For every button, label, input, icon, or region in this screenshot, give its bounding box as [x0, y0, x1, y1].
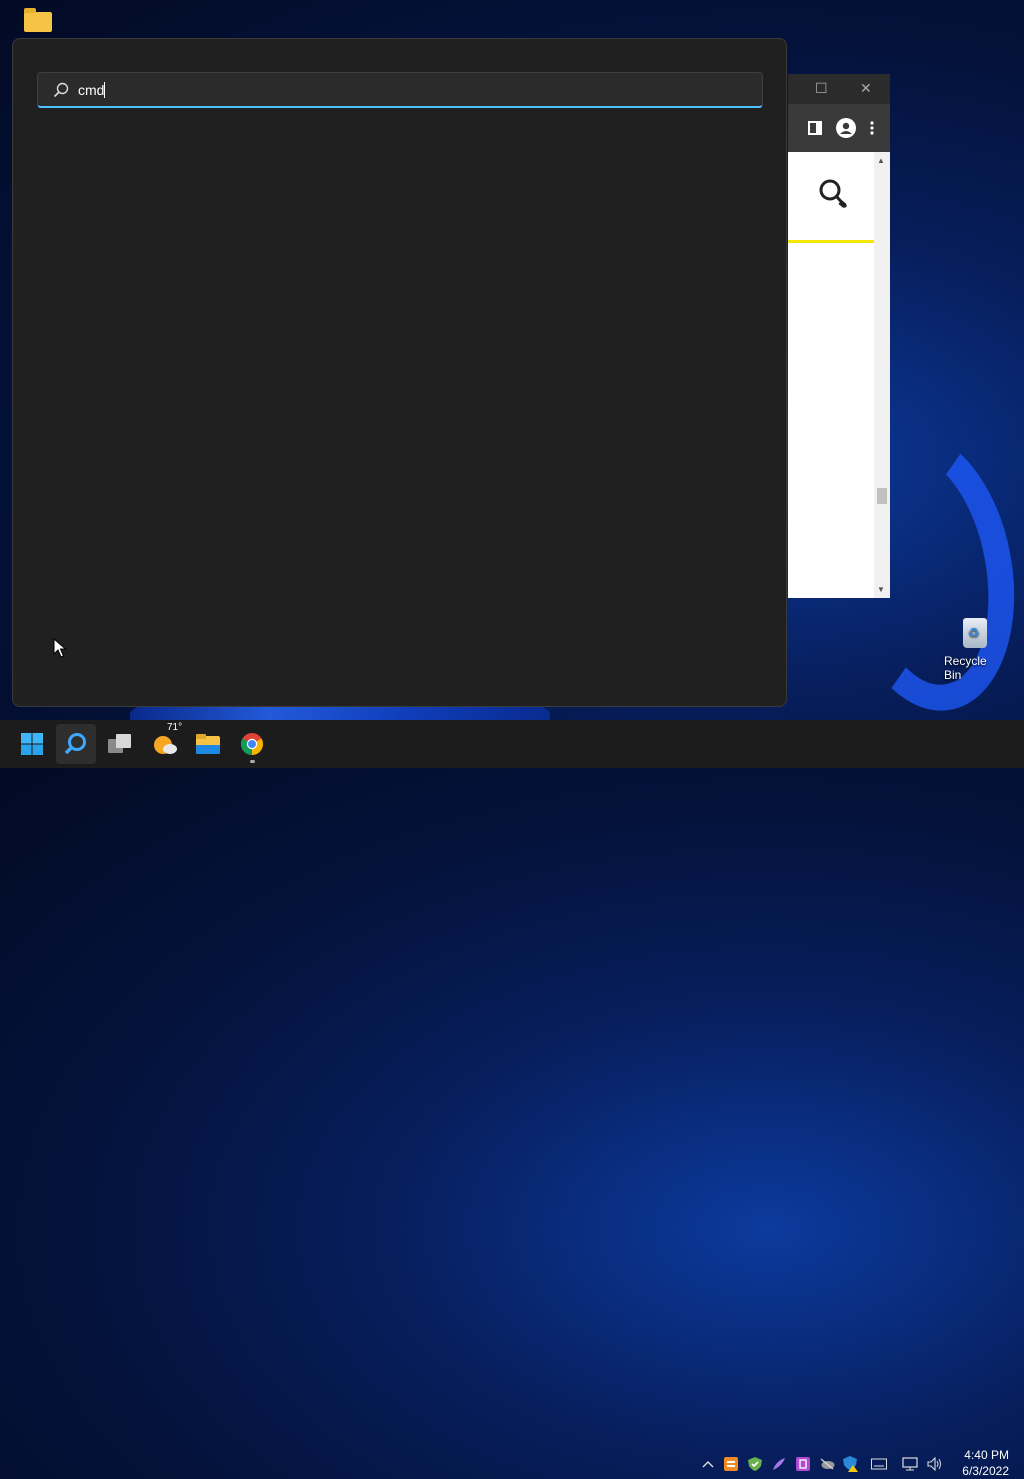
clock-time: 4:40 PM [964, 1448, 1009, 1462]
search-icon [64, 733, 86, 755]
search-box[interactable]: cmd [37, 72, 763, 108]
scrollbar[interactable]: ▲ ▼ [874, 152, 890, 598]
chevron-up-icon[interactable] [700, 1456, 716, 1472]
text-caret [104, 81, 106, 98]
close-icon[interactable]: ✕ [860, 80, 872, 97]
browser-titlebar: ☐ ✕ [788, 74, 890, 104]
running-indicator [250, 760, 255, 763]
network-icon[interactable] [902, 1456, 918, 1472]
side-panel-icon[interactable] [808, 121, 822, 135]
search-taskbar-button[interactable] [56, 724, 96, 764]
mouse-cursor-icon [53, 638, 67, 658]
weather-temp: 71° [167, 722, 183, 733]
browser-content: ▲ ▼ [788, 152, 890, 598]
chrome-icon [241, 733, 263, 755]
clock-date: 6/3/2022 [962, 1464, 1009, 1478]
desktop-folder[interactable] [24, 8, 52, 32]
windows-logo-icon [21, 733, 43, 755]
browser-toolbar [788, 104, 890, 152]
search-panel: cmd [12, 38, 787, 707]
search-icon[interactable] [818, 178, 850, 212]
app-tray-icon[interactable] [795, 1456, 811, 1472]
folder-icon [24, 8, 52, 32]
start-button[interactable] [12, 724, 52, 764]
yellow-divider [788, 240, 874, 243]
chrome-button[interactable] [232, 724, 272, 764]
task-view-button[interactable] [100, 724, 140, 764]
sublime-tray-icon[interactable] [723, 1456, 739, 1472]
file-explorer-icon [196, 734, 220, 754]
volume-icon[interactable] [927, 1456, 943, 1472]
taskbar: 71° 4:40 PM 6/3/2022 [0, 720, 1024, 1478]
weather-widget[interactable]: 71° [145, 722, 185, 764]
desktop-recycle-bin[interactable]: Recycle Bin [944, 618, 1006, 682]
recycle-bin-label: Recycle Bin [944, 654, 987, 682]
browser-window[interactable]: ☐ ✕ ▲ ▼ [788, 74, 890, 598]
onedrive-offline-icon[interactable] [819, 1456, 835, 1472]
clock[interactable]: 4:40 PM 6/3/2022 [962, 1447, 1009, 1479]
search-icon [52, 81, 70, 99]
security-shield-tray-icon[interactable] [747, 1456, 763, 1472]
maximize-icon[interactable]: ☐ [815, 80, 828, 97]
recycle-bin-icon [963, 618, 987, 648]
weather-icon [154, 736, 177, 754]
scroll-up-icon[interactable]: ▲ [877, 156, 885, 165]
profile-icon[interactable] [836, 118, 856, 138]
defender-warning-icon[interactable] [843, 1456, 859, 1472]
keyboard-icon[interactable] [871, 1456, 887, 1472]
more-menu-icon[interactable] [870, 121, 874, 135]
search-input[interactable]: cmd [78, 82, 104, 98]
feather-tray-icon[interactable] [771, 1456, 787, 1472]
file-explorer-button[interactable] [188, 724, 228, 764]
scrollbar-thumb[interactable] [877, 488, 887, 504]
task-view-icon [108, 734, 131, 753]
scroll-down-icon[interactable]: ▼ [877, 585, 885, 594]
